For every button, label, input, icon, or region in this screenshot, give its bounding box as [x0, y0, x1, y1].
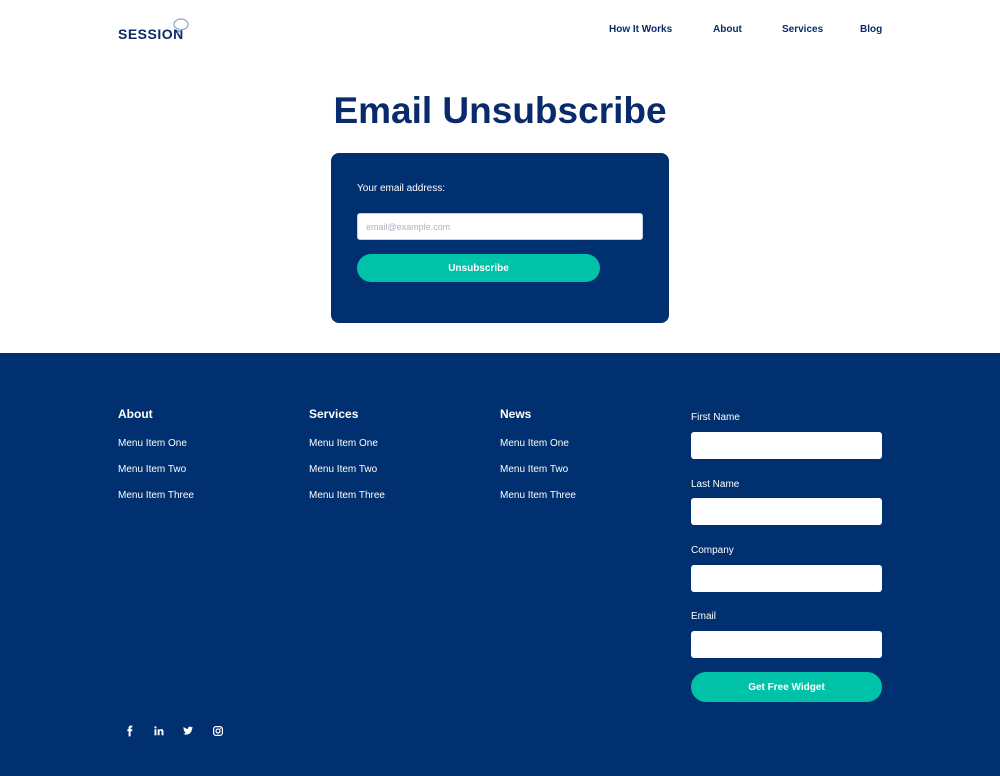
footer-column-title: News: [500, 407, 532, 421]
page-title: Email Unsubscribe: [333, 90, 667, 131]
first-name-input[interactable]: [691, 432, 882, 459]
footer-menu-item[interactable]: Menu Item Three: [500, 490, 576, 516]
last-name-input[interactable]: [691, 498, 882, 525]
email-field-label: Your email address:: [357, 183, 446, 194]
linkedin-icon[interactable]: [153, 725, 165, 737]
footer-column-news: News Menu Item One Menu Item Two Menu It…: [500, 407, 576, 516]
site-header: SESSION How It Works About Services Blog: [0, 0, 1000, 70]
twitter-icon[interactable]: [182, 725, 194, 737]
footer-menu-item[interactable]: Menu Item Three: [118, 490, 194, 516]
nav-link-services[interactable]: Services: [782, 24, 823, 35]
footer-menu-item[interactable]: Menu Item Two: [500, 464, 576, 490]
footer-column-title: About: [118, 407, 153, 421]
footer-menu-item[interactable]: Menu Item One: [309, 438, 385, 464]
site-footer: About Menu Item One Menu Item Two Menu I…: [0, 353, 1000, 776]
footer-column-title: Services: [309, 407, 359, 421]
footer-menu-item[interactable]: Menu Item One: [118, 438, 194, 464]
footer-column-about: About Menu Item One Menu Item Two Menu I…: [118, 407, 194, 516]
facebook-icon[interactable]: [124, 725, 136, 737]
nav-link-blog[interactable]: Blog: [860, 24, 882, 35]
instagram-icon[interactable]: [212, 725, 224, 737]
footer-menu-item[interactable]: Menu Item Two: [309, 464, 385, 490]
speech-bubble-icon: [173, 18, 189, 35]
first-name-label: First Name: [691, 412, 740, 423]
nav-link-how-it-works[interactable]: How It Works: [609, 24, 672, 35]
nav-link-about[interactable]: About: [713, 24, 742, 35]
company-label: Company: [691, 545, 734, 556]
footer-menu-item[interactable]: Menu Item One: [500, 438, 576, 464]
footer-menu-item[interactable]: Menu Item Two: [118, 464, 194, 490]
email-input[interactable]: [357, 213, 643, 240]
footer-column-services: Services Menu Item One Menu Item Two Men…: [309, 407, 385, 516]
email-input-footer[interactable]: [691, 631, 882, 658]
get-free-widget-button[interactable]: Get Free Widget: [691, 672, 882, 702]
unsubscribe-form: Your email address: Unsubscribe: [331, 153, 669, 323]
company-input[interactable]: [691, 565, 882, 592]
unsubscribe-button[interactable]: Unsubscribe: [357, 254, 600, 282]
footer-menu-item[interactable]: Menu Item Three: [309, 490, 385, 516]
email-label: Email: [691, 611, 717, 622]
last-name-label: Last Name: [691, 479, 740, 490]
